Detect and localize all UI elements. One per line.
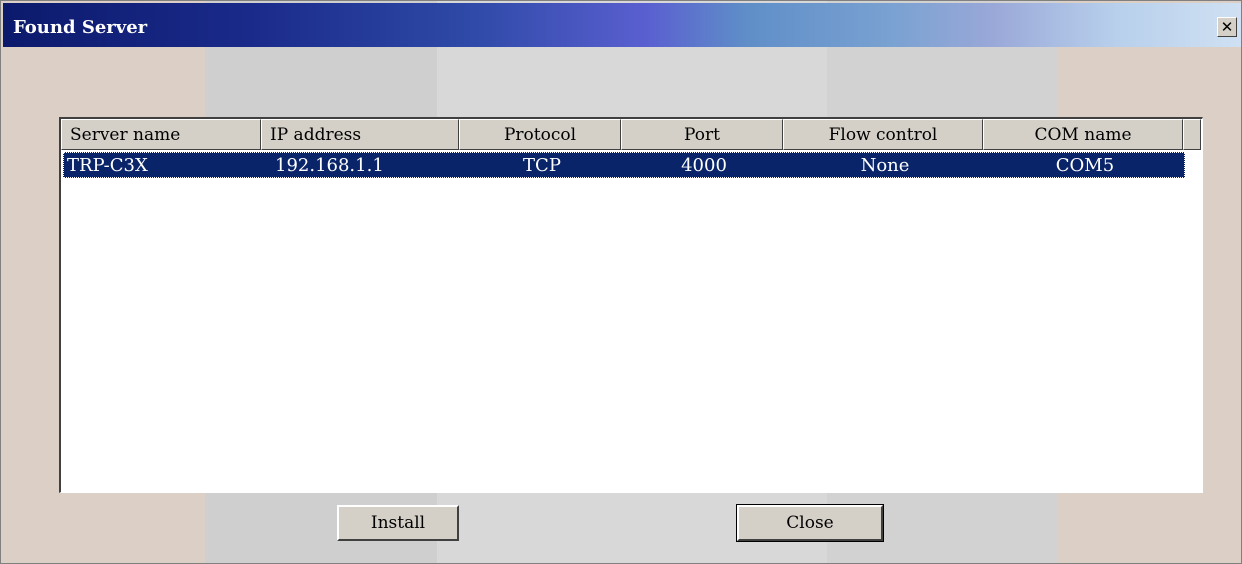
cell-protocol: TCP	[523, 154, 561, 176]
column-header-server-name[interactable]: Server name	[61, 119, 261, 150]
close-button[interactable]: Close	[736, 504, 884, 542]
title-bar[interactable]: Found Server ✕	[3, 3, 1241, 47]
cell-com-name: COM5	[1055, 154, 1115, 176]
column-header-port[interactable]: Port	[621, 119, 783, 150]
list-header: Server name IP address Protocol Port Flo…	[61, 119, 1201, 150]
column-header-filler	[1183, 119, 1201, 150]
close-icon: ✕	[1220, 18, 1234, 36]
install-button[interactable]: Install	[337, 505, 459, 541]
column-header-ip-address[interactable]: IP address	[261, 119, 459, 150]
column-header-com-name[interactable]: COM name	[983, 119, 1183, 150]
cell-server-name: TRP-C3X	[67, 154, 148, 176]
cell-port: 4000	[681, 154, 727, 176]
close-window-button[interactable]: ✕	[1217, 17, 1237, 37]
cell-flow-control: None	[860, 154, 910, 176]
window-title: Found Server	[13, 17, 148, 38]
table-row[interactable]: TRP-C3X 192.168.1.1 TCP 4000 None COM5	[63, 152, 1185, 178]
column-header-protocol[interactable]: Protocol	[459, 119, 621, 150]
cell-ip-address: 192.168.1.1	[275, 154, 384, 176]
server-list[interactable]: Server name IP address Protocol Port Flo…	[59, 117, 1203, 493]
column-header-flow-control[interactable]: Flow control	[783, 119, 983, 150]
found-server-dialog: Found Server ✕ Server name IP address Pr…	[0, 0, 1242, 564]
